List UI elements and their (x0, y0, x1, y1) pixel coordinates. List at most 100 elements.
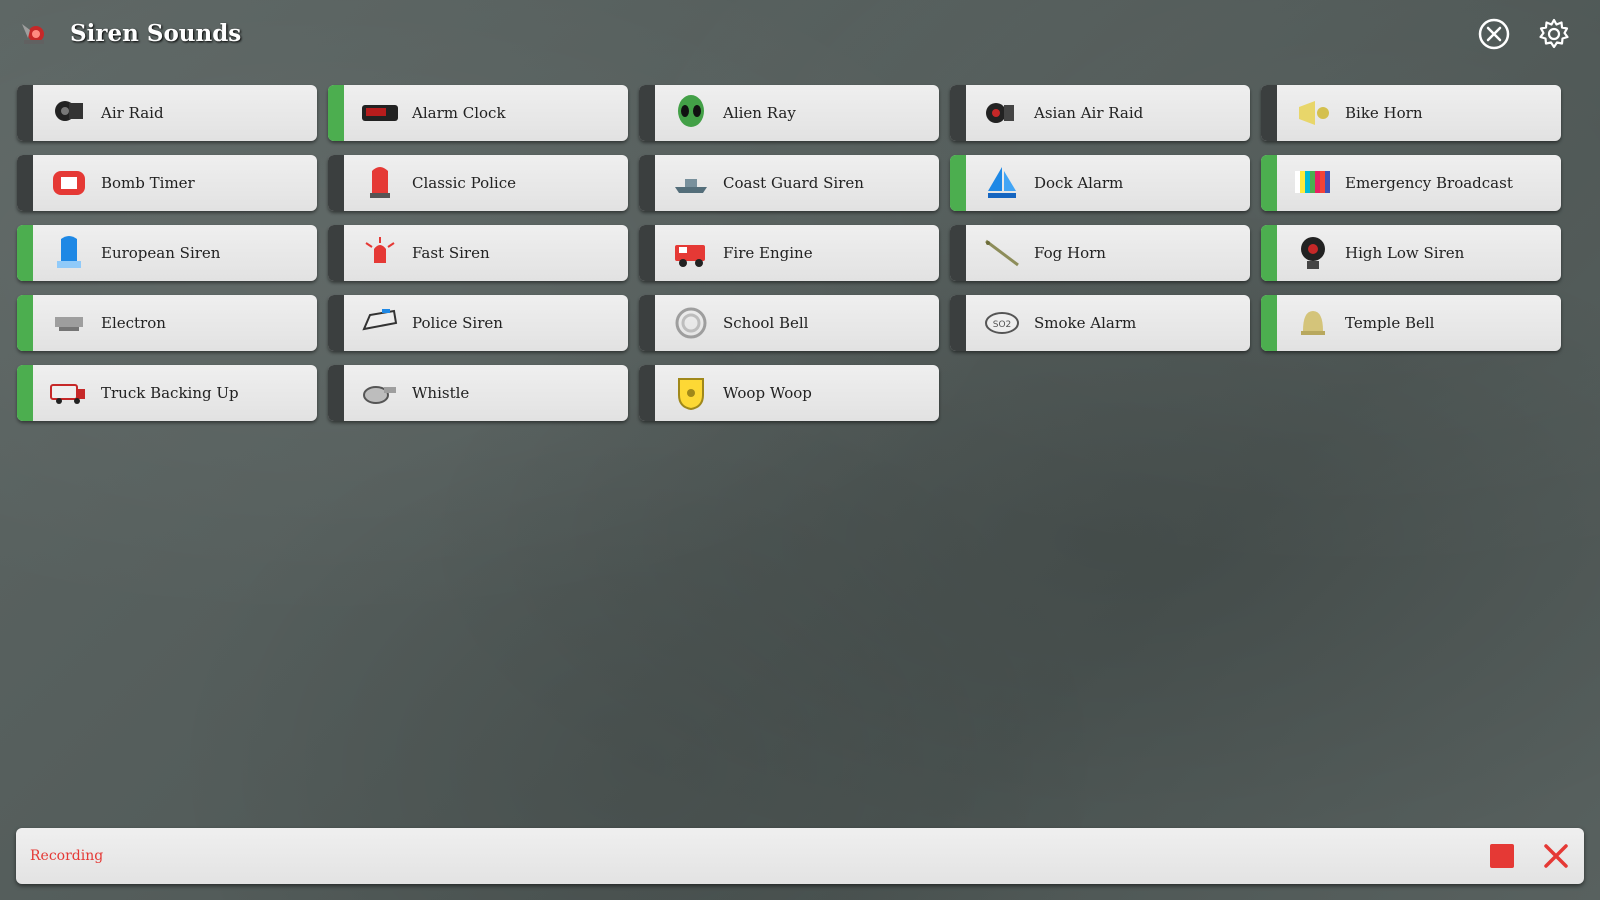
toggle-indicator (950, 155, 966, 211)
sound-button[interactable]: Temple Bell (1261, 295, 1561, 351)
toggle-indicator (328, 85, 344, 141)
toggle-indicator (950, 295, 966, 351)
sound-button[interactable]: Asian Air Raid (950, 85, 1250, 141)
sound-label: Asian Air Raid (1034, 104, 1144, 122)
sound-label: European Siren (101, 244, 221, 262)
toggle-indicator (1261, 225, 1277, 281)
alien-icon (678, 95, 704, 127)
sound-label: Coast Guard Siren (723, 174, 864, 192)
toggle-indicator (639, 155, 655, 211)
badge-icon (678, 378, 704, 411)
sound-label: Classic Police (412, 174, 516, 192)
toggle-indicator (328, 365, 344, 421)
sound-label: Woop Woop (723, 384, 812, 402)
toggle-indicator (17, 85, 33, 141)
sound-button[interactable]: Bomb Timer (17, 155, 317, 211)
toggle-indicator (17, 225, 33, 281)
school-bell-icon (675, 307, 707, 339)
sound-label: Alien Ray (723, 104, 796, 122)
temple-bell-icon (1301, 311, 1325, 335)
toggle-indicator (1261, 85, 1277, 141)
boat-icon (675, 179, 707, 193)
bomb-timer-icon (53, 171, 85, 195)
color-bars-icon (1295, 171, 1330, 193)
sound-button[interactable]: Alien Ray (639, 85, 939, 141)
sound-button[interactable]: Air Raid (17, 85, 317, 141)
sound-button[interactable]: Woop Woop (639, 365, 939, 421)
sound-button[interactable]: European Siren (17, 225, 317, 281)
stop-recording-button[interactable] (1490, 844, 1514, 868)
sound-button[interactable]: Fog Horn (950, 225, 1250, 281)
sound-label: High Low Siren (1345, 244, 1465, 262)
sound-label: Whistle (412, 384, 470, 402)
speaker-siren-icon (1301, 237, 1325, 269)
sound-button[interactable]: Whistle (328, 365, 628, 421)
close-button[interactable] (1476, 16, 1512, 52)
sound-button[interactable]: Emergency Broadcast (1261, 155, 1561, 211)
sound-button[interactable]: School Bell (639, 295, 939, 351)
sound-button[interactable]: SO2 Smoke Alarm (950, 295, 1250, 351)
toggle-indicator (17, 155, 33, 211)
sound-button[interactable]: Electron (17, 295, 317, 351)
svg-text:SO2: SO2 (993, 320, 1012, 330)
toggle-indicator (950, 85, 966, 141)
police-car-icon (362, 309, 398, 331)
toggle-indicator (639, 85, 655, 141)
recording-bar: Recording (16, 828, 1584, 884)
bike-horn-icon (1299, 101, 1329, 125)
electron-device-icon (55, 317, 83, 331)
cancel-recording-button[interactable] (1542, 842, 1570, 870)
sound-button[interactable]: High Low Siren (1261, 225, 1561, 281)
toggle-indicator (328, 155, 344, 211)
red-flashing-light-icon (365, 237, 395, 263)
top-bar: Siren Sounds (0, 0, 1600, 70)
sound-label: Truck Backing Up (101, 384, 239, 402)
sound-label: Fast Siren (412, 244, 490, 262)
sound-button[interactable]: Fast Siren (328, 225, 628, 281)
close-x-icon (1544, 844, 1568, 868)
sound-button[interactable]: Classic Police (328, 155, 628, 211)
sound-button[interactable]: Truck Backing Up (17, 365, 317, 421)
whistle-icon (363, 386, 396, 404)
sound-button[interactable]: Bike Horn (1261, 85, 1561, 141)
toggle-indicator (328, 295, 344, 351)
sound-label: Temple Bell (1345, 314, 1435, 332)
sound-label: Police Siren (412, 314, 503, 332)
sound-label: Electron (101, 314, 166, 332)
truck-icon (50, 384, 85, 404)
sound-label: Emergency Broadcast (1345, 174, 1513, 192)
siren-logo-icon (22, 24, 44, 44)
toggle-indicator (17, 295, 33, 351)
app-title: Siren Sounds (70, 20, 242, 47)
settings-button[interactable] (1536, 16, 1572, 52)
toggle-indicator (328, 225, 344, 281)
alarm-clock-icon (362, 105, 398, 121)
sound-label: Air Raid (101, 104, 164, 122)
sound-label: Bike Horn (1345, 104, 1423, 122)
recording-status: Recording (30, 848, 104, 864)
close-circle-icon (1478, 18, 1510, 50)
fog-horn-icon (985, 239, 1019, 267)
sound-label: Alarm Clock (412, 104, 506, 122)
gear-icon (1539, 18, 1569, 49)
sound-label: Smoke Alarm (1034, 314, 1137, 332)
toggle-indicator (639, 225, 655, 281)
sound-label: School Bell (723, 314, 809, 332)
sound-button[interactable]: Police Siren (328, 295, 628, 351)
sound-label: Fog Horn (1034, 244, 1106, 262)
asian-air-raid-siren-icon (986, 103, 1014, 123)
sound-label: Fire Engine (723, 244, 813, 262)
toggle-indicator (639, 295, 655, 351)
sound-button[interactable]: Dock Alarm (950, 155, 1250, 211)
blue-light-icon (57, 236, 81, 268)
fire-truck-icon (675, 245, 705, 267)
sound-button[interactable]: Alarm Clock (328, 85, 628, 141)
sound-button[interactable]: Fire Engine (639, 225, 939, 281)
air-raid-siren-icon (55, 101, 83, 121)
toggle-indicator (950, 225, 966, 281)
sound-label: Bomb Timer (101, 174, 195, 192)
sound-button[interactable]: Coast Guard Siren (639, 155, 939, 211)
toggle-indicator (1261, 155, 1277, 211)
sailboat-icon (988, 167, 1016, 198)
sound-label: Dock Alarm (1034, 174, 1124, 192)
